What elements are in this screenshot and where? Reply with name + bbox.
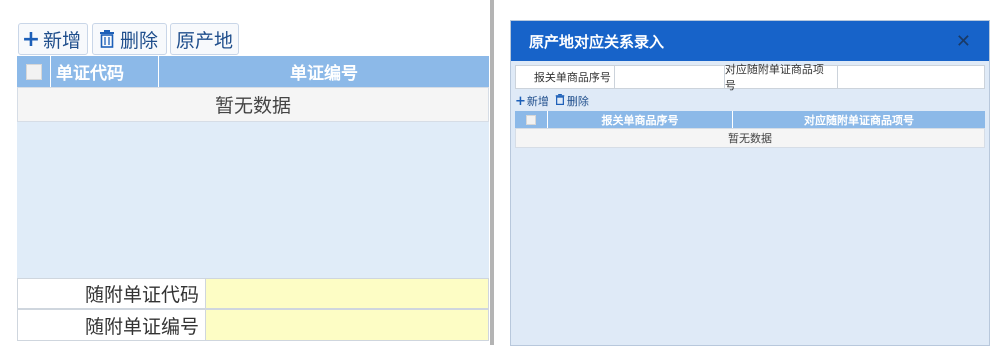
panel-divider: [490, 0, 494, 345]
mapping-table-header: 报关单商品序号 对应随附单证商品项号: [515, 111, 985, 128]
checkbox-icon[interactable]: [25, 63, 42, 80]
empty-row: 暂无数据: [515, 128, 985, 148]
doc-code-label: 随附单证代码: [18, 279, 206, 308]
plus-icon: +: [515, 93, 526, 109]
doc-number-row: 随附单证编号: [17, 309, 489, 341]
column-header-doc-number[interactable]: 单证编号: [159, 56, 489, 87]
select-all-cell[interactable]: [515, 111, 548, 128]
origin-button[interactable]: 原产地: [170, 23, 239, 55]
close-icon[interactable]: ✕: [956, 31, 971, 52]
dialog-toolbar: + 新增 删除: [515, 93, 595, 109]
table-body: [17, 122, 489, 278]
dialog-title-bar: 原产地对应关系录入 ✕: [511, 21, 989, 61]
doc-table-header: 单证代码 单证编号: [17, 56, 489, 87]
customs-item-seq-input[interactable]: [614, 66, 725, 88]
trash-icon: [555, 94, 565, 108]
dialog-title: 原产地对应关系录入: [529, 32, 665, 51]
doc-number-input[interactable]: [206, 310, 488, 340]
add-button-label: 新增: [43, 29, 82, 52]
plus-icon: +: [21, 26, 41, 52]
trash-icon: [96, 30, 118, 48]
dialog-delete-button[interactable]: 删除: [555, 93, 589, 109]
empty-row: 暂无数据: [17, 87, 489, 122]
doc-code-row: 随附单证代码: [17, 278, 489, 309]
origin-mapping-dialog: 原产地对应关系录入 ✕ 报关单商品序号 对应随附单证商品项号 + 新增 删除 报…: [510, 20, 990, 346]
delete-button[interactable]: 删除: [92, 23, 167, 55]
column-header-doc-code[interactable]: 单证代码: [51, 56, 159, 87]
dialog-delete-label: 删除: [566, 95, 589, 108]
origin-button-label: 原产地: [175, 29, 233, 52]
select-all-cell[interactable]: [17, 56, 51, 87]
dialog-add-button[interactable]: + 新增: [515, 93, 549, 109]
checkbox-icon[interactable]: [526, 114, 536, 125]
column-header-customs-item-seq[interactable]: 报关单商品序号: [548, 111, 733, 128]
customs-item-seq-label: 报关单商品序号: [516, 66, 615, 88]
delete-button-label: 删除: [120, 29, 159, 52]
add-button[interactable]: + 新增: [18, 23, 88, 55]
dialog-add-label: 新增: [526, 95, 549, 108]
doc-code-input[interactable]: [206, 279, 488, 308]
column-header-doc-item-seq[interactable]: 对应随附单证商品项号: [733, 111, 985, 128]
doc-item-seq-input[interactable]: [838, 66, 984, 88]
doc-number-label: 随附单证编号: [18, 310, 206, 340]
doc-item-seq-label: 对应随附单证商品项号: [725, 63, 838, 92]
mapping-input-row: 报关单商品序号 对应随附单证商品项号: [515, 63, 985, 92]
